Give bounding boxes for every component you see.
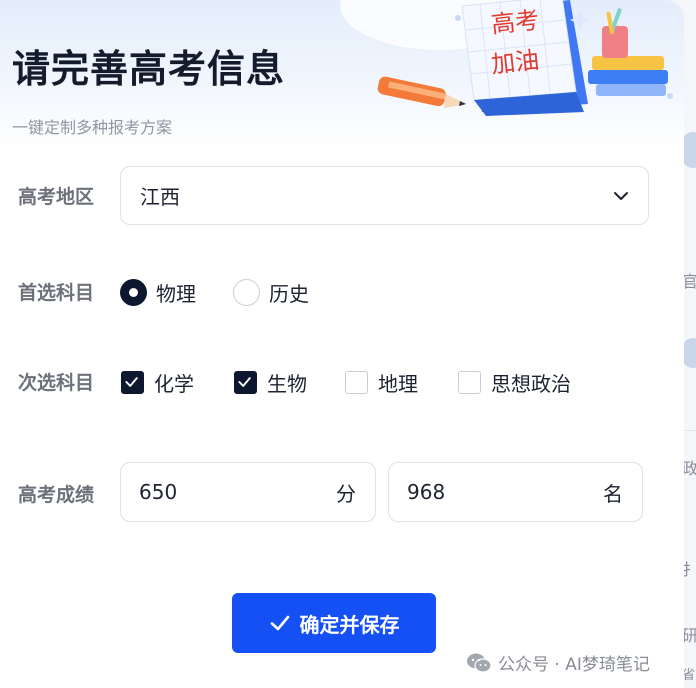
check-icon bbox=[270, 615, 289, 631]
checkbox-unchecked-icon bbox=[458, 371, 481, 394]
watermark: 公众号 · AI梦琦笔记 bbox=[466, 650, 650, 675]
secondary-subject-label: 次选科目 bbox=[18, 372, 95, 394]
background-text: 省 bbox=[682, 668, 696, 683]
radio-checked-icon bbox=[120, 279, 147, 306]
checkbox-politics[interactable]: 思想政治 bbox=[458, 368, 571, 397]
radio-label: 物理 bbox=[156, 282, 196, 306]
radio-physics[interactable]: 物理 bbox=[120, 278, 196, 307]
background-avatar bbox=[682, 132, 696, 168]
score-unit: 分 bbox=[336, 481, 356, 506]
watermark-text: 公众号 · AI梦琦笔记 bbox=[498, 655, 650, 675]
radio-label: 历史 bbox=[269, 282, 309, 306]
radio-history[interactable]: 历史 bbox=[233, 278, 309, 307]
dialog-title: 请完善高考信息 bbox=[12, 47, 286, 91]
checkbox-label: 地理 bbox=[378, 372, 418, 396]
save-button-label: 确定并保存 bbox=[299, 612, 400, 637]
background-text: 政 bbox=[682, 459, 696, 478]
chevron-down-icon bbox=[614, 192, 628, 200]
checkbox-checked-icon bbox=[121, 371, 144, 394]
save-button[interactable]: 确定并保存 bbox=[232, 593, 436, 653]
rank-input[interactable]: 968 名 bbox=[388, 462, 643, 522]
primary-subject-label: 首选科目 bbox=[18, 282, 95, 304]
score-input[interactable]: 650 分 bbox=[120, 462, 376, 522]
region-value: 江西 bbox=[140, 185, 180, 209]
radio-unchecked-icon bbox=[233, 279, 260, 306]
exam-info-dialog: 高考 加油 请完善高考信息 一键定制多种报考方案 高考地区 江西 首选科目 物理 bbox=[0, 0, 684, 688]
exam-cheer-illustration: 高考 加油 bbox=[377, 0, 673, 116]
score-value: 650 bbox=[139, 480, 178, 504]
background-text: 扌 bbox=[682, 560, 696, 579]
checkbox-checked-icon bbox=[234, 371, 257, 394]
pencil-icon bbox=[377, 76, 466, 108]
illus-text-1: 高考 bbox=[490, 6, 541, 39]
wechat-icon bbox=[467, 653, 492, 673]
checkbox-label: 思想政治 bbox=[491, 372, 571, 396]
dialog-subtitle: 一键定制多种报考方案 bbox=[12, 118, 173, 137]
background-divider bbox=[684, 430, 696, 431]
checkbox-geography[interactable]: 地理 bbox=[345, 368, 418, 397]
region-select[interactable]: 江西 bbox=[120, 166, 649, 225]
checkbox-biology[interactable]: 生物 bbox=[234, 368, 307, 397]
books-icon bbox=[588, 8, 668, 96]
checkbox-label: 化学 bbox=[154, 372, 194, 396]
background-text: 研 bbox=[682, 626, 696, 645]
background-text: 官 bbox=[682, 272, 696, 291]
score-label: 高考成绩 bbox=[18, 484, 95, 506]
checkbox-chemistry[interactable]: 化学 bbox=[121, 368, 194, 397]
region-label: 高考地区 bbox=[18, 186, 95, 208]
checkbox-label: 生物 bbox=[267, 372, 307, 396]
rank-unit: 名 bbox=[603, 481, 623, 506]
rank-value: 968 bbox=[407, 480, 446, 504]
background-shape bbox=[682, 338, 696, 368]
illus-text-2: 加油 bbox=[490, 46, 541, 79]
checkbox-unchecked-icon bbox=[345, 371, 368, 394]
